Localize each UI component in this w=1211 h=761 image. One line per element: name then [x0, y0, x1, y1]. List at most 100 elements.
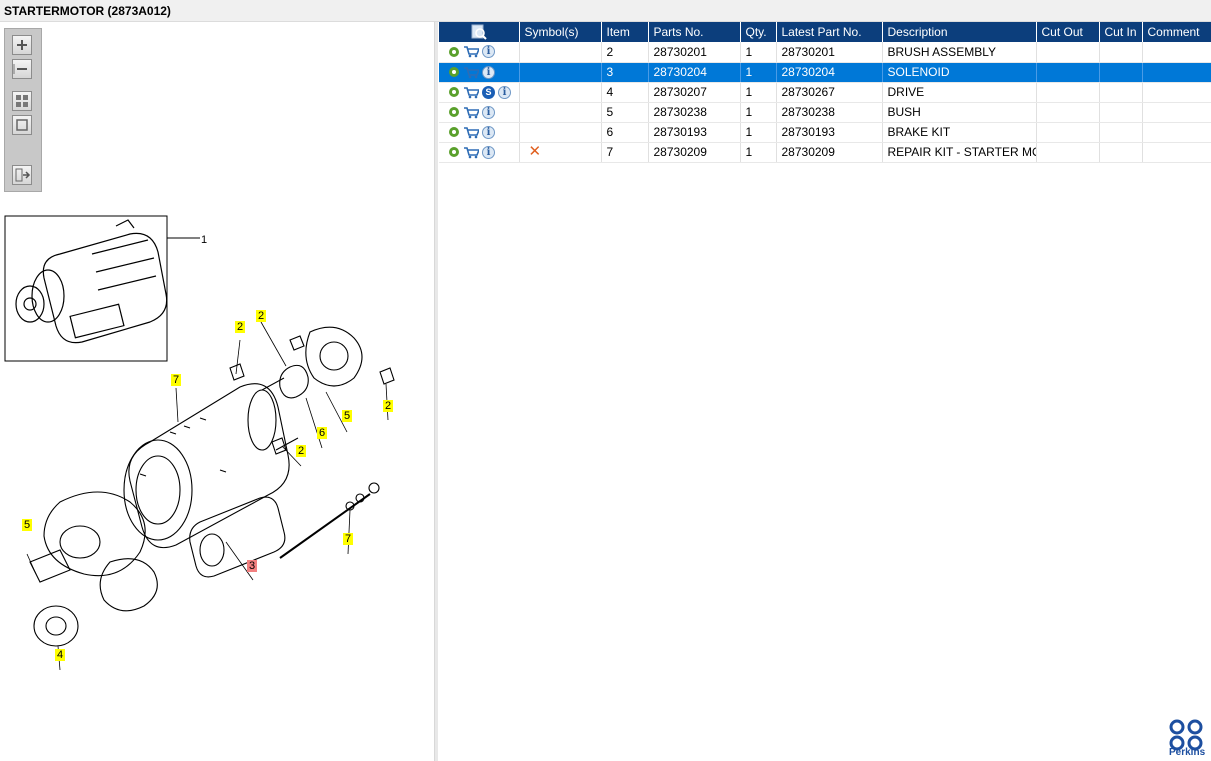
- cell-comment: [1142, 102, 1211, 123]
- cell-comment: [1142, 42, 1211, 63]
- cell-qty: 1: [740, 102, 777, 123]
- column-header-latest-part-no[interactable]: Latest Part No.: [776, 22, 883, 42]
- cart-icon[interactable]: [463, 86, 479, 99]
- symbols-cell: [519, 82, 602, 103]
- info-icon[interactable]: i: [482, 145, 495, 159]
- cart-icon[interactable]: [463, 66, 479, 79]
- cart-icon[interactable]: [463, 45, 479, 58]
- supersession-icon[interactable]: S: [482, 85, 495, 99]
- callout-5[interactable]: 5: [22, 519, 33, 531]
- column-header-item[interactable]: Item: [601, 22, 649, 42]
- row-actions-cell: i: [439, 102, 520, 123]
- gear-icon[interactable]: [448, 106, 460, 118]
- cell-description: BRUSH ASSEMBLY: [882, 42, 1037, 63]
- callout-2[interactable]: 2: [296, 445, 307, 457]
- row-actions-cell: i: [439, 142, 520, 163]
- info-icon[interactable]: i: [482, 45, 495, 59]
- column-header-comment[interactable]: Comment: [1142, 22, 1211, 42]
- cell-description: SOLENOID: [882, 62, 1037, 83]
- gear-icon[interactable]: [448, 66, 460, 78]
- row-actions-cell: Si: [439, 82, 520, 103]
- cell-parts-no: 28730204: [648, 62, 741, 83]
- cell-comment: [1142, 142, 1211, 163]
- cell-parts-no: 28730201: [648, 42, 741, 63]
- cell-item: 2: [601, 42, 649, 63]
- cart-icon[interactable]: [463, 146, 479, 159]
- cell-cut-out: [1036, 122, 1100, 143]
- cell-latest-part-no: 28730201: [776, 42, 883, 63]
- row-actions-cell: i: [439, 42, 520, 63]
- gear-icon[interactable]: [448, 146, 460, 158]
- cell-description: DRIVE: [882, 82, 1037, 103]
- callout-3-selected[interactable]: 3: [247, 560, 258, 572]
- callout-2[interactable]: 2: [235, 321, 246, 333]
- callout-7[interactable]: 7: [171, 374, 182, 386]
- cell-parts-no: 28730238: [648, 102, 741, 123]
- leader-lines: [26, 321, 389, 671]
- table-header-row: Symbol(s) Item Parts No. Qty. Latest Par…: [439, 22, 1211, 42]
- column-header-description[interactable]: Description: [882, 22, 1037, 42]
- search-parts-icon: [471, 24, 487, 40]
- window-title: STARTERMOTOR (2873A012): [4, 4, 171, 18]
- column-header-parts-no[interactable]: Parts No.: [648, 22, 741, 42]
- callout-7[interactable]: 7: [343, 533, 354, 545]
- parts-grid: Symbol(s) Item Parts No. Qty. Latest Par…: [439, 22, 1211, 163]
- cell-item: 6: [601, 122, 649, 143]
- table-row[interactable]: i 6 28730193 1 28730193 BRAKE KIT: [439, 122, 1211, 143]
- table-row[interactable]: i 3 28730204 1 28730204 SOLENOID: [439, 62, 1211, 83]
- info-icon[interactable]: i: [482, 65, 495, 79]
- callout-2[interactable]: 2: [256, 310, 267, 322]
- gear-icon[interactable]: [448, 126, 460, 138]
- cell-cut-out: [1036, 42, 1100, 63]
- cell-cut-in: [1099, 82, 1143, 103]
- cell-qty: 1: [740, 82, 777, 103]
- cell-cut-in: [1099, 122, 1143, 143]
- table-row[interactable]: i 2 28730201 1 28730201 BRUSH ASSEMBLY: [439, 42, 1211, 63]
- row-actions-cell: i: [439, 62, 520, 83]
- column-header-cut-in[interactable]: Cut In: [1099, 22, 1143, 42]
- cell-qty: 1: [740, 42, 777, 63]
- gear-icon[interactable]: [448, 86, 460, 98]
- column-header-actions[interactable]: [439, 22, 520, 42]
- callout-1[interactable]: 1: [199, 234, 209, 246]
- symbols-cell: [519, 62, 602, 83]
- callout-4[interactable]: 4: [55, 649, 66, 661]
- table-row[interactable]: i 5 28730238 1 28730238 BUSH: [439, 102, 1211, 123]
- cross-symbol-icon: ✕: [528, 143, 542, 160]
- table-row[interactable]: Si 4 28730207 1 28730267 DRIVE: [439, 82, 1211, 103]
- cell-item: 4: [601, 82, 649, 103]
- illustration-pane[interactable]: 1 2 2 2 2 7 6 5 5 3 7 4: [0, 22, 434, 761]
- pane-splitter[interactable]: [434, 22, 438, 761]
- title-bar: STARTERMOTOR (2873A012): [0, 0, 1211, 22]
- cell-item: 5: [601, 102, 649, 123]
- info-icon[interactable]: i: [482, 125, 495, 139]
- cell-qty: 1: [740, 122, 777, 143]
- cell-description: BUSH: [882, 102, 1037, 123]
- callout-2[interactable]: 2: [383, 400, 394, 412]
- column-header-cut-out[interactable]: Cut Out: [1036, 22, 1100, 42]
- cell-comment: [1142, 62, 1211, 83]
- cell-cut-in: [1099, 62, 1143, 83]
- cell-cut-in: [1099, 42, 1143, 63]
- cell-cut-out: [1036, 142, 1100, 163]
- gear-icon[interactable]: [448, 46, 460, 58]
- cell-parts-no: 28730207: [648, 82, 741, 103]
- callout-6[interactable]: 6: [317, 427, 328, 439]
- assembled-view-frame: [4, 215, 168, 362]
- exploded-starter-drawing: [29, 326, 395, 647]
- info-icon[interactable]: i: [498, 85, 511, 99]
- cell-description: REPAIR KIT - STARTER MOTOR: [882, 142, 1037, 163]
- cart-icon[interactable]: [463, 126, 479, 139]
- info-icon[interactable]: i: [482, 105, 495, 119]
- cell-qty: 1: [740, 142, 777, 163]
- row-actions-cell: i: [439, 122, 520, 143]
- column-header-qty[interactable]: Qty.: [740, 22, 777, 42]
- cart-icon[interactable]: [463, 106, 479, 119]
- cell-cut-in: [1099, 142, 1143, 163]
- callout-5[interactable]: 5: [342, 410, 353, 422]
- column-header-symbols[interactable]: Symbol(s): [519, 22, 602, 42]
- table-row[interactable]: i ✕ 7 28730209 1 28730209 REPAIR KIT - STARTER…: [439, 142, 1211, 163]
- symbols-cell: ✕: [519, 142, 602, 163]
- cell-comment: [1142, 122, 1211, 143]
- cell-qty: 1: [740, 62, 777, 83]
